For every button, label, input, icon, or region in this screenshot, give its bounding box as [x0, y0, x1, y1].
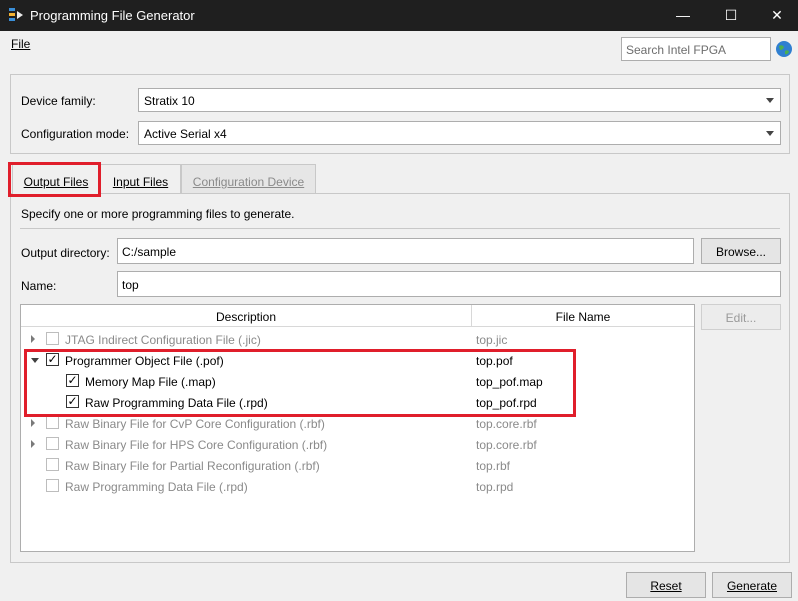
row-file-name: top.pof — [476, 354, 513, 368]
name-input[interactable]: top — [117, 271, 781, 297]
device-family-label: Device family: — [21, 94, 96, 108]
row-description: Raw Binary File for CvP Core Configurati… — [65, 417, 325, 431]
row-checkbox[interactable]: ✓ — [46, 353, 59, 366]
row-file-name: top.core.rbf — [476, 438, 537, 452]
chevron-right-icon[interactable] — [31, 440, 35, 448]
column-header-description[interactable]: Description — [21, 305, 472, 327]
chevron-right-icon[interactable] — [31, 335, 35, 343]
tree-row[interactable]: JTAG Indirect Configuration File (.jic) t… — [21, 329, 694, 350]
row-description: Raw Programming Data File (.rpd) — [85, 396, 268, 410]
column-header-file-name[interactable]: File Name — [472, 305, 694, 327]
row-file-name: top_pof.rpd — [476, 396, 537, 410]
row-file-name: top.rbf — [476, 459, 511, 473]
browse-button[interactable]: Browse... — [701, 238, 781, 264]
row-checkbox — [46, 332, 59, 345]
programming-file-generator-icon — [9, 8, 23, 21]
minimize-button[interactable]: — — [660, 0, 706, 31]
row-checkbox — [46, 479, 59, 492]
window-title: Programming File Generator — [30, 8, 195, 23]
configuration-mode-label: Configuration mode: — [21, 127, 130, 141]
row-file-name: top.core.rbf — [476, 417, 537, 431]
device-family-select[interactable]: Stratix 10 — [138, 88, 781, 112]
intro-text: Specify one or more programming files to… — [21, 207, 295, 221]
row-file-name: top_pof.map — [476, 375, 543, 389]
tree-row[interactable]: Raw Programming Data File (.rpd) top.rpd — [21, 476, 694, 497]
row-description: Raw Binary File for HPS Core Configurati… — [65, 438, 328, 452]
tab-input-files[interactable]: Input Files — [100, 164, 181, 193]
name-label: Name: — [21, 279, 57, 293]
chevron-right-icon[interactable] — [31, 419, 35, 427]
row-description: Memory Map File (.map) — [85, 375, 216, 389]
search-input[interactable]: Search Intel FPGA — [621, 37, 771, 61]
row-description: JTAG Indirect Configuration File (.jic) — [65, 333, 261, 347]
configuration-mode-select[interactable]: Active Serial x4 — [138, 121, 781, 145]
generate-button[interactable]: Generate — [712, 572, 792, 598]
row-checkbox — [46, 437, 59, 450]
tab-configuration-device: Configuration Device — [181, 164, 316, 193]
row-checkbox[interactable]: ✓ — [66, 374, 79, 387]
divider — [20, 228, 780, 229]
title-bar: Programming File Generator — ☐ ✕ — [0, 0, 798, 31]
row-description: Raw Binary File for Partial Reconfigurat… — [65, 459, 320, 473]
tree-row[interactable]: ✓ Memory Map File (.map) top_pof.map — [21, 371, 694, 392]
tree-row[interactable]: ✓ Raw Programming Data File (.rpd) top_pof… — [21, 392, 694, 413]
chevron-down-icon — [766, 131, 774, 136]
tree-row[interactable]: Raw Binary File for CvP Core Configurati… — [21, 413, 694, 434]
row-checkbox — [46, 458, 59, 471]
maximize-button[interactable]: ☐ — [708, 0, 754, 31]
tree-row[interactable]: Raw Binary File for Partial Reconfigurat… — [21, 455, 694, 476]
output-files-tree[interactable]: Description File Name JTAG Indirect Conf… — [20, 304, 695, 552]
chevron-down-icon — [766, 98, 774, 103]
row-file-name: top.jic — [476, 333, 508, 347]
row-checkbox — [46, 416, 59, 429]
menu-file[interactable]: File — [11, 37, 30, 51]
output-directory-label: Output directory: — [21, 246, 110, 260]
output-directory-input[interactable]: C:/sample — [117, 238, 694, 264]
row-description: Programmer Object File (.pof) — [65, 354, 224, 368]
reset-button[interactable]: Reset — [626, 572, 706, 598]
edit-button: Edit... — [701, 304, 781, 330]
row-description: Raw Programming Data File (.rpd) — [65, 480, 248, 494]
row-file-name: top.rpd — [476, 480, 514, 494]
close-button[interactable]: ✕ — [754, 0, 798, 31]
globe-icon[interactable] — [775, 40, 793, 58]
tab-output-files[interactable]: Output Files — [12, 164, 100, 194]
tree-row[interactable]: Raw Binary File for HPS Core Configurati… — [21, 434, 694, 455]
chevron-down-icon[interactable] — [31, 358, 39, 363]
row-checkbox[interactable]: ✓ — [66, 395, 79, 408]
tree-row[interactable]: ✓ Programmer Object File (.pof) top.pof — [21, 350, 694, 371]
